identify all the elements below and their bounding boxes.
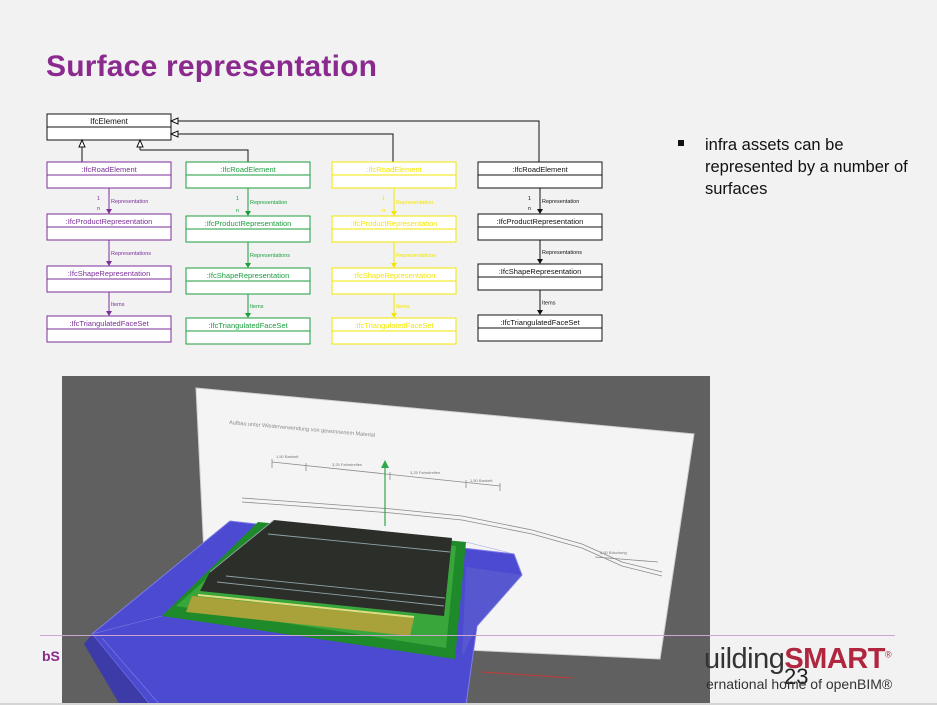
diagram-column-2: :IfcRoadElement :IfcProductRepresentation… <box>185 161 311 345</box>
association-arrow: Items <box>106 292 125 316</box>
ifc-element-box: IfcElement <box>46 113 172 141</box>
logo-text-prefix: uilding <box>704 643 785 675</box>
association-label: Representation <box>396 200 433 206</box>
diagram-column-1: :IfcRoadElement :IfcProductRepresentation… <box>46 161 172 343</box>
class-box-label: :IfcRoadElement <box>220 165 276 174</box>
association-arrow: Representations <box>106 240 151 266</box>
class-box: :IfcTriangulatedFaceSet <box>185 317 311 345</box>
class-box-label: :IfcShapeRepresentation <box>499 267 582 276</box>
association-label: Representations <box>396 253 436 259</box>
class-box-label: :IfcRoadElement <box>366 165 422 174</box>
render-scene: Aufbau unter Wiederverwendung von gewonn… <box>62 376 710 705</box>
ifc-element-label: IfcElement <box>90 117 129 126</box>
class-box-label: :IfcRoadElement <box>81 165 137 174</box>
class-box: :IfcProductRepresentation <box>477 213 603 241</box>
bullet-point: infra assets can be represented by a num… <box>678 134 908 200</box>
class-box: :IfcShapeRepresentation <box>185 267 311 295</box>
association-arrow: Representations <box>537 240 582 264</box>
slide-title: Surface representation <box>46 50 378 83</box>
class-box: :IfcShapeRepresentation <box>331 267 457 295</box>
multiplicity-n: n <box>528 206 531 212</box>
class-box: :IfcProductRepresentation <box>331 215 457 243</box>
association-label: Representation <box>542 199 579 205</box>
class-box-label: :IfcTriangulatedFaceSet <box>208 321 288 330</box>
association-arrow: Representations <box>245 242 290 268</box>
bullet-marker <box>678 140 684 146</box>
multiplicity-one: 1 <box>382 196 385 202</box>
class-box: :IfcRoadElement <box>477 161 603 189</box>
footer-divider <box>40 635 895 636</box>
multiplicity-one: 1 <box>528 196 531 202</box>
class-box-label: :IfcShapeRepresentation <box>68 269 151 278</box>
class-box: :IfcRoadElement <box>331 161 457 189</box>
class-box: :IfcProductRepresentation <box>46 213 172 241</box>
class-box-label: :IfcTriangulatedFaceSet <box>69 319 149 328</box>
association-label: Representation <box>250 200 287 206</box>
multiplicity-n: n <box>382 208 385 214</box>
association-arrow: Items <box>537 290 556 315</box>
bullet-text: infra assets can be represented by a num… <box>705 136 908 198</box>
association-arrow: Representation 1 n <box>236 188 287 216</box>
road-model-render: Aufbau unter Wiederverwendung von gewonn… <box>62 376 710 705</box>
association-label: Items <box>542 301 556 307</box>
class-box-label: :IfcShapeRepresentation <box>207 271 290 280</box>
association-arrow: Representations <box>391 242 436 268</box>
slide: Surface representation IfcElement :IfcRo… <box>0 0 937 705</box>
multiplicity-one: 1 <box>236 196 239 202</box>
class-box: :IfcShapeRepresentation <box>46 265 172 293</box>
association-label: Items <box>396 304 410 310</box>
association-label: Representations <box>111 251 151 257</box>
association-arrow: Items <box>245 294 264 318</box>
dim-label-1: 1,50 Bankett <box>276 454 299 459</box>
dim-label-4: 1,50 Bankett <box>470 478 493 483</box>
class-box-label: :IfcProductRepresentation <box>205 219 292 228</box>
diagram-column-3: :IfcRoadElement :IfcProductRepresentation… <box>331 161 457 345</box>
association-arrow: Representation 1 n <box>528 188 579 214</box>
class-box: :IfcProductRepresentation <box>185 215 311 243</box>
multiplicity-n: n <box>236 208 239 214</box>
diagram-columns: :IfcRoadElement :IfcProductRepresentation… <box>46 161 603 345</box>
association-arrow: Representation 1 n <box>97 188 148 214</box>
association-label: Items <box>250 304 264 310</box>
ifc-diagram: IfcElement :IfcRoadElement :IfcProductRep… <box>46 113 603 345</box>
class-box: :IfcTriangulatedFaceSet <box>477 314 603 342</box>
multiplicity-n: n <box>97 206 100 212</box>
association-arrow: Items <box>391 294 410 318</box>
dim-label-3: 3,25 Fahrstreifen <box>410 470 440 475</box>
footer-label: bS <box>42 648 60 664</box>
dim-label-2: 3,25 Fahrstreifen <box>332 462 362 467</box>
class-box: :IfcRoadElement <box>185 161 311 189</box>
logo-tagline: ernational home of openBIM® <box>706 676 893 692</box>
class-box-label: :IfcRoadElement <box>512 165 568 174</box>
class-box: :IfcTriangulatedFaceSet <box>331 317 457 345</box>
diagram-column-4: :IfcRoadElement :IfcProductRepresentation… <box>477 161 603 342</box>
class-box-label: :IfcProductRepresentation <box>351 219 438 228</box>
multiplicity-one: 1 <box>97 196 100 202</box>
class-box-label: :IfcProductRepresentation <box>66 217 153 226</box>
class-box-label: :IfcShapeRepresentation <box>353 271 436 280</box>
class-box-label: :IfcTriangulatedFaceSet <box>500 318 580 327</box>
association-label: Representation <box>111 199 148 205</box>
side-label: 2,50 Böschung <box>600 550 627 555</box>
association-label: Items <box>111 302 125 308</box>
class-box: :IfcRoadElement <box>46 161 172 189</box>
association-arrow: Representation 1 n <box>382 188 433 216</box>
class-box: :IfcTriangulatedFaceSet <box>46 315 172 343</box>
association-label: Representations <box>542 250 582 256</box>
logo-registered-mark: ® <box>884 649 892 660</box>
association-label: Representations <box>250 253 290 259</box>
class-box-label: :IfcTriangulatedFaceSet <box>354 321 434 330</box>
class-box-label: :IfcProductRepresentation <box>497 217 584 226</box>
class-box: :IfcShapeRepresentation <box>477 263 603 291</box>
